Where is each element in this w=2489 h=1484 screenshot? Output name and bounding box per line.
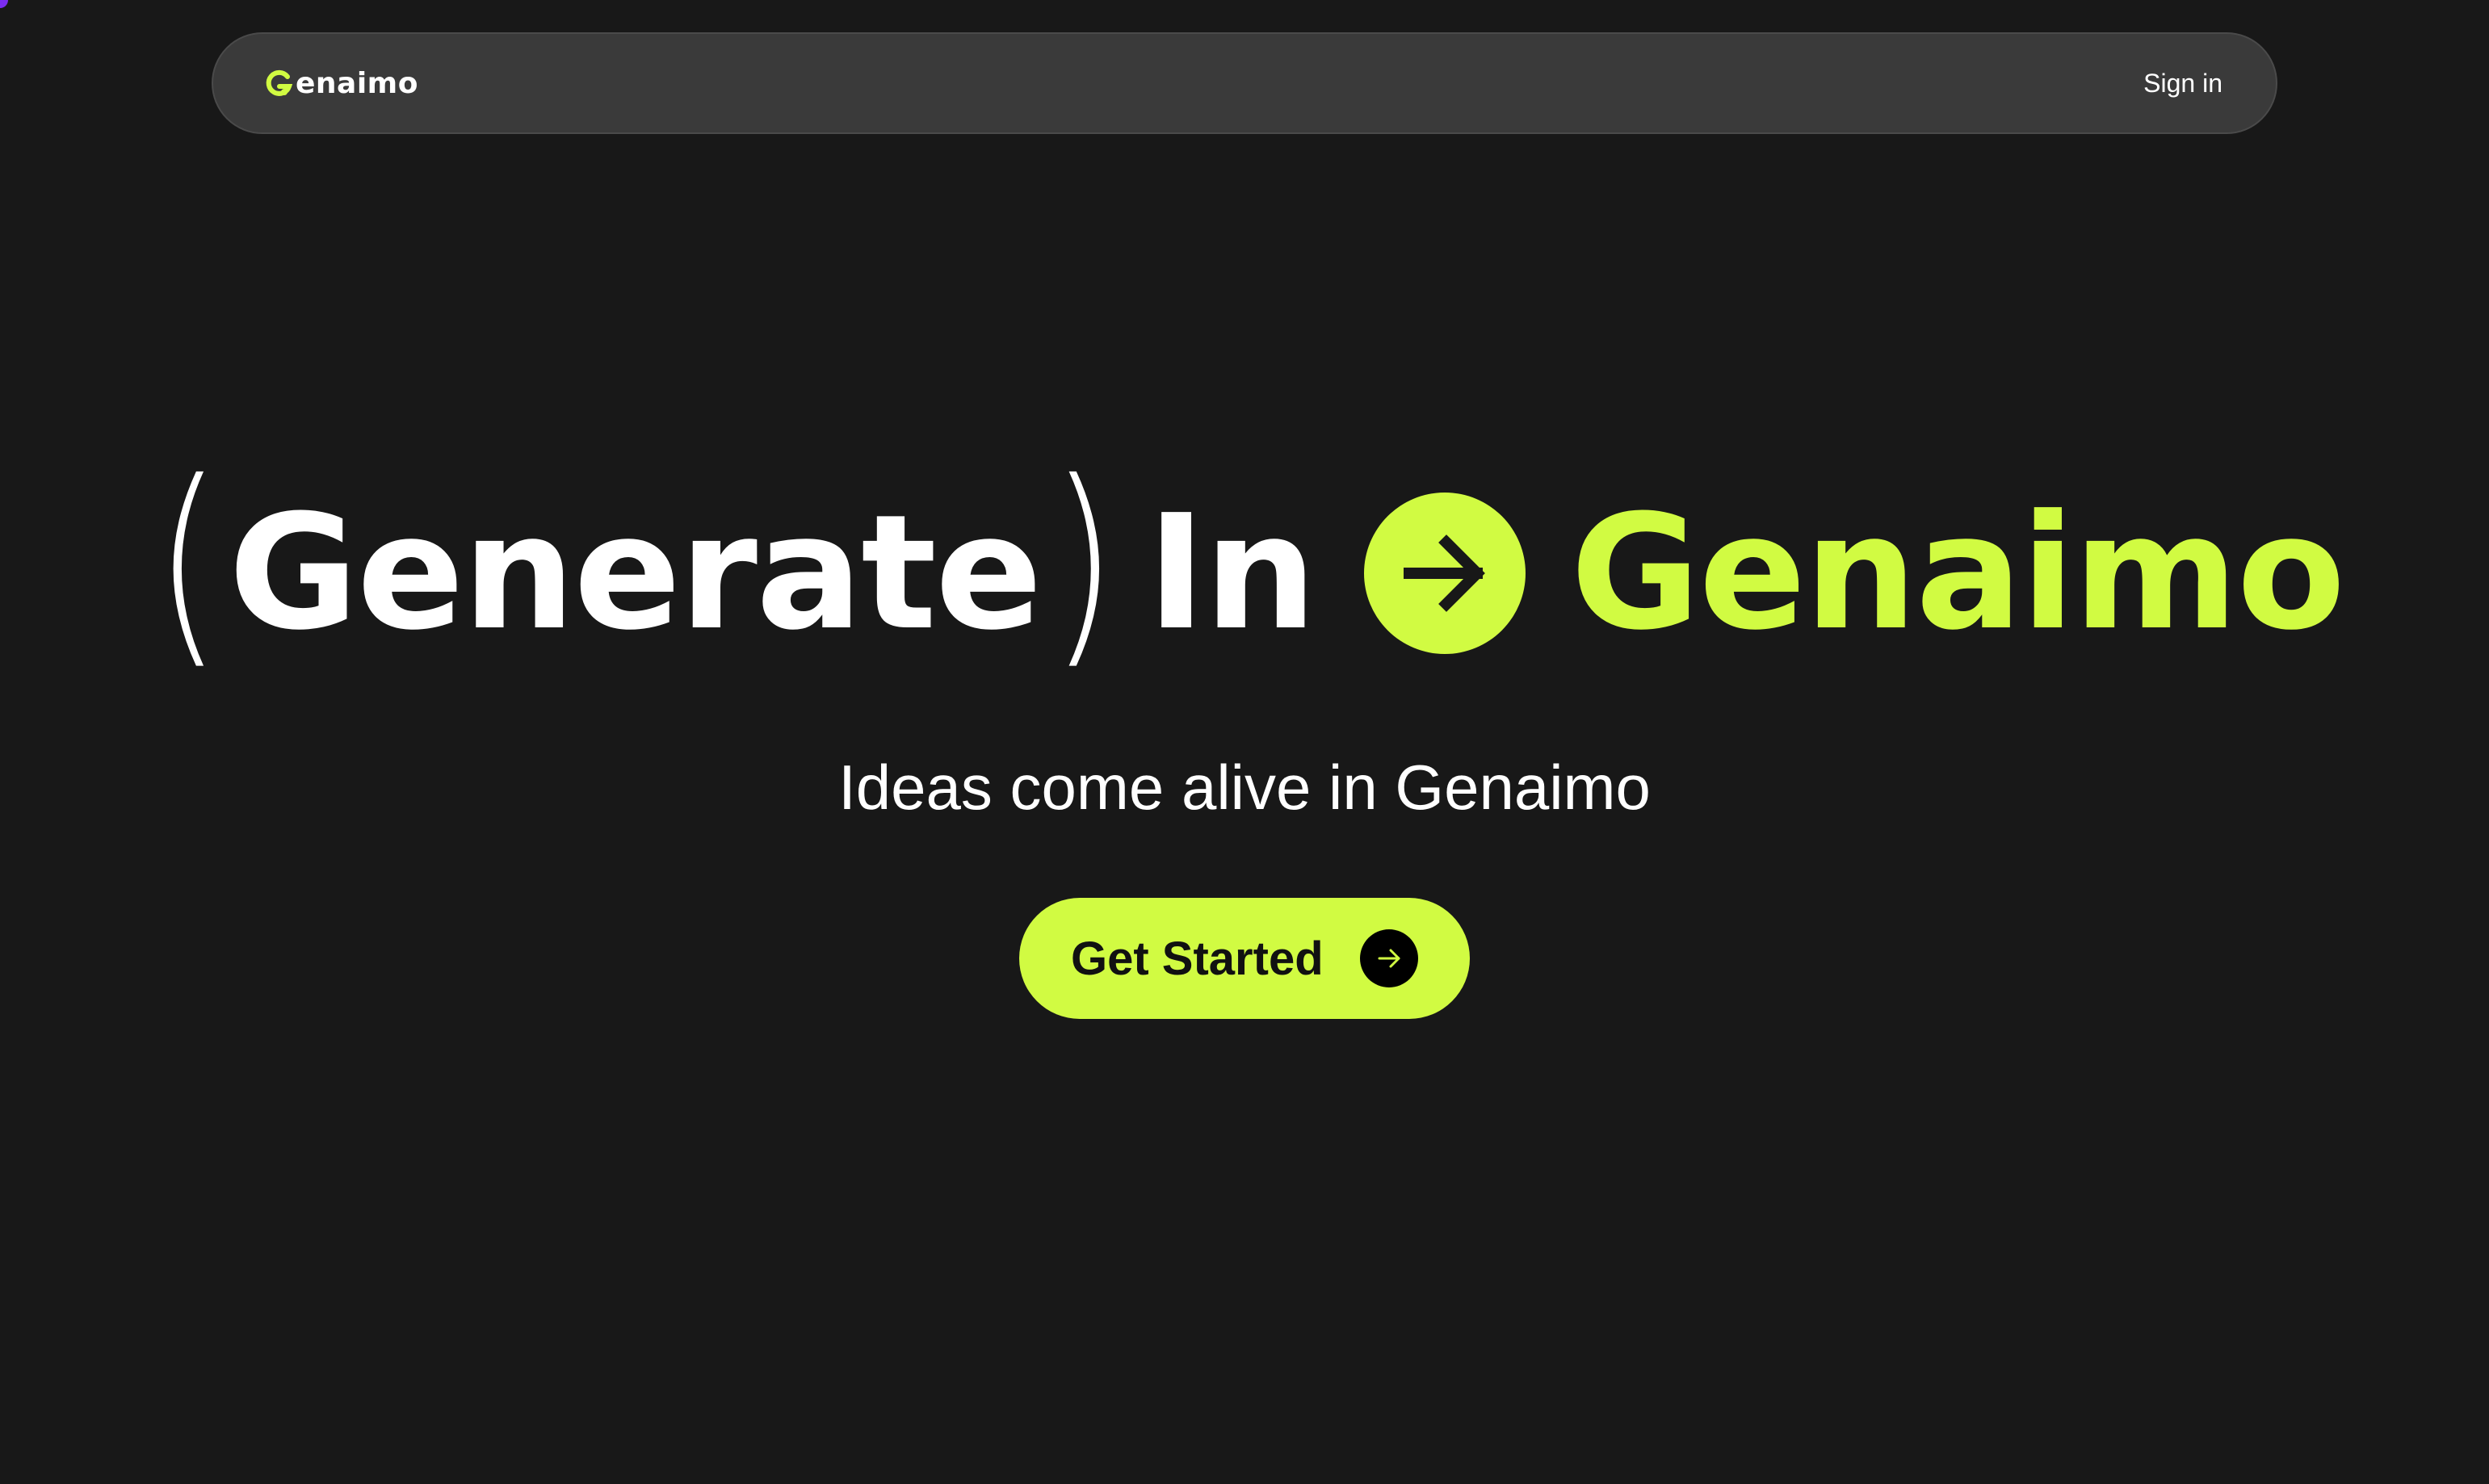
get-started-label: Get Started (1071, 932, 1324, 985)
hero-word-generate: Generate (229, 481, 1043, 665)
arrow-right-icon (1360, 929, 1418, 987)
hero-subtitle: Ideas come alive in Genaimo (838, 752, 1651, 823)
navbar: enaimo Sign in (212, 32, 2277, 134)
corner-accent (0, 0, 8, 8)
hero-word-in: In (1147, 481, 1316, 665)
logo-text: enaimo (296, 66, 418, 100)
landing-page: enaimo Sign in ( Generate ) In Genaimo I… (0, 0, 2489, 1484)
logo-icon (266, 69, 293, 96)
close-parenthesis: ) (1050, 434, 1117, 689)
arrow-right-icon (1403, 534, 1485, 612)
get-started-button[interactable]: Get Started (1019, 898, 1470, 1019)
hero-word-brand: Genaimo (1570, 481, 2346, 665)
logo[interactable]: enaimo (265, 67, 418, 100)
arrow-right-circle-icon (1363, 493, 1526, 654)
sign-in-link[interactable]: Sign in (2143, 69, 2222, 99)
open-parenthesis: ( (154, 434, 221, 689)
hero-headline: ( Generate ) In Genaimo (0, 452, 2489, 694)
